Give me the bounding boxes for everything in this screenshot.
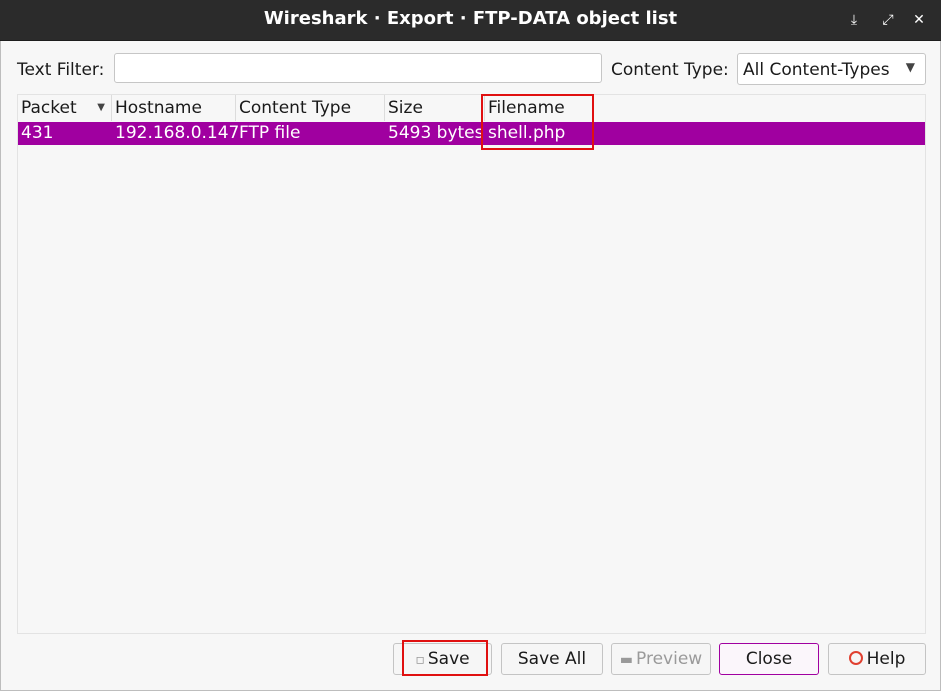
save-icon: ▫ bbox=[415, 652, 425, 668]
cell-hostname: 192.168.0.147 bbox=[115, 123, 240, 143]
cell-filename: shell.php bbox=[488, 123, 566, 143]
content-type-select[interactable]: All Content-Types ▼ bbox=[737, 53, 926, 85]
sort-down-icon: ▼ bbox=[97, 102, 105, 113]
content-type-value: All Content-Types bbox=[743, 60, 890, 80]
text-filter-label: Text Filter: bbox=[17, 60, 105, 80]
close-window-icon[interactable]: ✕ bbox=[909, 10, 929, 30]
minimize-icon[interactable]: ⤓ bbox=[844, 10, 864, 30]
column-header-filename[interactable]: Filename bbox=[485, 95, 925, 121]
cell-packet: 431 bbox=[21, 123, 54, 143]
cell-content-type: FTP file bbox=[239, 123, 301, 143]
table-header: Packet ▼ Hostname Content Type Size File… bbox=[18, 95, 925, 121]
title-bar: Wireshark · Export · FTP-DATA object lis… bbox=[0, 0, 941, 41]
maximize-icon[interactable]: ⤢ bbox=[878, 10, 898, 30]
folder-icon: ▬ bbox=[619, 652, 634, 668]
save-all-button[interactable]: Save All bbox=[501, 643, 603, 675]
chevron-down-icon: ▼ bbox=[905, 60, 915, 74]
close-button[interactable]: Close bbox=[719, 643, 819, 675]
column-header-size[interactable]: Size bbox=[385, 95, 485, 121]
content-type-label: Content Type: bbox=[611, 60, 729, 80]
dialog-body: Text Filter: Content Type: All Content-T… bbox=[0, 41, 941, 691]
column-header-packet[interactable]: Packet ▼ bbox=[18, 95, 112, 121]
object-table[interactable]: Packet ▼ Hostname Content Type Size File… bbox=[17, 94, 926, 634]
column-header-hostname[interactable]: Hostname bbox=[112, 95, 236, 121]
table-row[interactable]: 431 192.168.0.147 FTP file 5493 bytes sh… bbox=[18, 122, 925, 145]
cell-size: 5493 bytes bbox=[388, 123, 484, 143]
preview-button[interactable]: ▬ Preview bbox=[611, 643, 711, 675]
column-header-content-type[interactable]: Content Type bbox=[236, 95, 385, 121]
window-title: Wireshark · Export · FTP-DATA object lis… bbox=[263, 8, 678, 29]
help-button[interactable]: Help bbox=[828, 643, 926, 675]
text-filter-input[interactable] bbox=[114, 53, 602, 83]
lifebuoy-icon bbox=[848, 651, 863, 665]
save-button[interactable]: ▫ Save bbox=[393, 643, 492, 675]
